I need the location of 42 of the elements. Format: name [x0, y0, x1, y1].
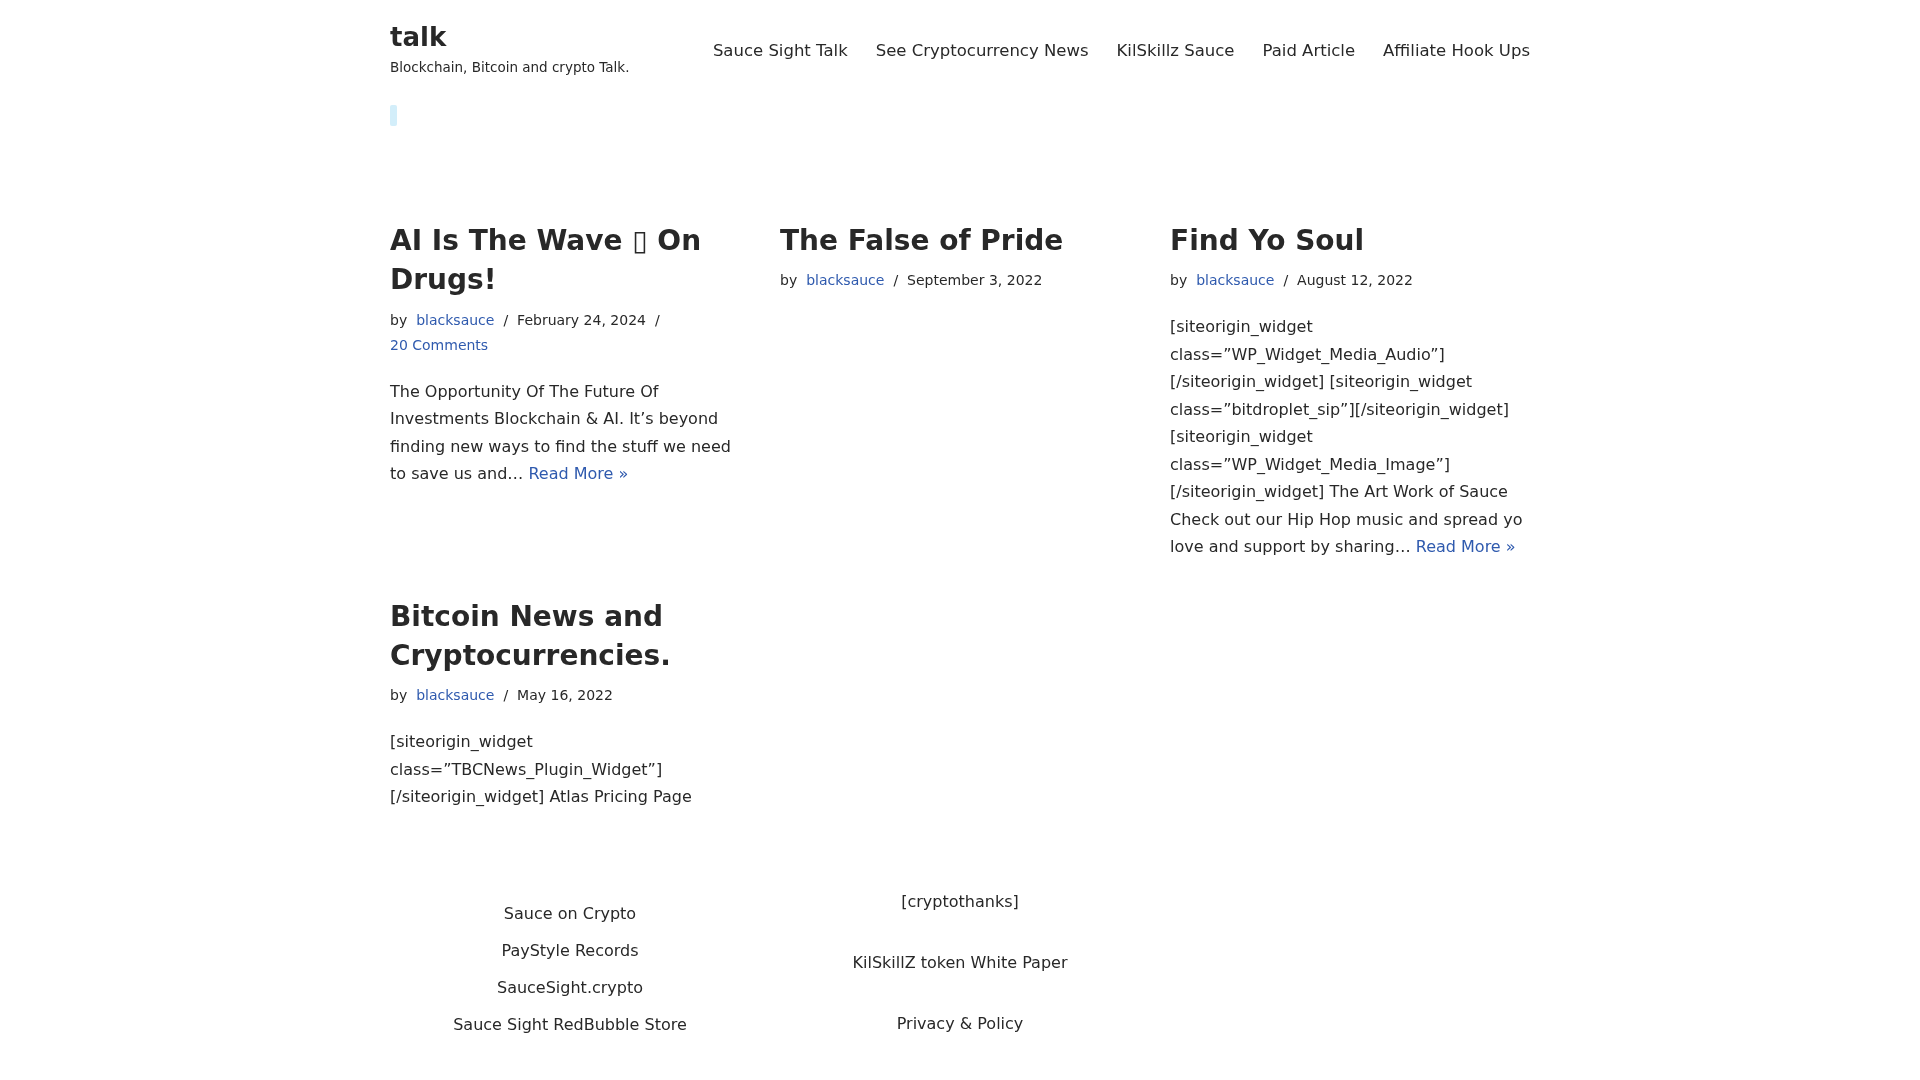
meta-separator: /: [503, 686, 509, 706]
footer-link[interactable]: Privacy & Policy: [896, 1012, 1024, 1034]
meta-text: August 12, 2022: [1297, 271, 1413, 291]
meta-separator: /: [654, 310, 660, 330]
post-excerpt: [siteorigin_widget class=”TBCNews_Plugin_Widget”][/siteorigin_widget] Atlas Pricing Page: [390, 731, 693, 809]
nav-link[interactable]: KilSkillz Sauce: [1116, 41, 1235, 61]
accent-mark: [390, 105, 397, 127]
meta-link[interactable]: blacksauce: [416, 307, 495, 333]
footer-link[interactable]: [cryptothanks]: [901, 890, 1019, 912]
meta-link[interactable]: blacksauce: [416, 683, 495, 709]
meta-link[interactable]: 20 Comments: [390, 332, 489, 358]
footer-link[interactable]: SauceSight.crypto: [496, 976, 644, 998]
meta-text: by: [1170, 271, 1188, 291]
meta-text: by: [780, 271, 798, 291]
footer-link[interactable]: PayStyle Records: [501, 939, 639, 961]
post-title[interactable]: Find Yo Soul: [1170, 221, 1530, 261]
read-more-link[interactable]: Read More »: [1415, 537, 1516, 557]
meta-separator: /: [503, 310, 509, 330]
footer-link[interactable]: Sauce on Crypto: [503, 902, 637, 924]
post-title[interactable]: Bitcoin News and Cryptocurrencies.: [390, 596, 750, 676]
post-title[interactable]: The False of Pride: [780, 221, 1140, 261]
nav-link[interactable]: Affiliate Hook Ups: [1383, 41, 1530, 61]
site-title[interactable]: talk: [390, 22, 630, 54]
nav-link[interactable]: See Cryptocurrency News: [875, 41, 1089, 61]
meta-text: September 3, 2022: [907, 271, 1043, 291]
meta-link[interactable]: blacksauce: [806, 268, 885, 294]
site-tagline: Blockchain, Bitcoin and crypto Talk.: [390, 59, 630, 76]
meta-separator: /: [893, 271, 899, 291]
nav-link[interactable]: Sauce Sight Talk: [712, 41, 848, 61]
post-excerpt: [siteorigin_widget class=”WP_Widget_Media_Audio”][/siteorigin_widget] [siteorigin_widget class=”bitdroplet_sip”][/siteorigin_widget] [siteorigin_widget class=”WP_Widget_Media_Image”][/siteorigin_widget] The Art Work of Sauce Check out our Hip Hop music and spread yo love and support by sharing… Read More »: [1170, 316, 1524, 559]
nav-link[interactable]: Paid Article: [1262, 41, 1356, 61]
meta-link[interactable]: blacksauce: [1196, 268, 1275, 294]
meta-text: May 16, 2022: [517, 686, 613, 706]
post-excerpt: The Opportunity Of The Future Of Investments Blockchain & AI. It’s beyond finding new ways to find the stuff we need to save us and… Read More »: [390, 380, 732, 486]
footer-link[interactable]: KilSkillZ token White Paper: [852, 951, 1068, 973]
read-more-link[interactable]: Read More »: [528, 464, 629, 484]
meta-separator: /: [1283, 271, 1289, 291]
meta-text: by: [390, 686, 408, 706]
meta-text: February 24, 2024: [517, 310, 646, 330]
post-title[interactable]: AI Is The Wave ▯ On Drugs!: [390, 221, 750, 300]
meta-text: by: [390, 310, 408, 330]
footer-link[interactable]: Sauce Sight RedBubble Store: [453, 1013, 687, 1035]
